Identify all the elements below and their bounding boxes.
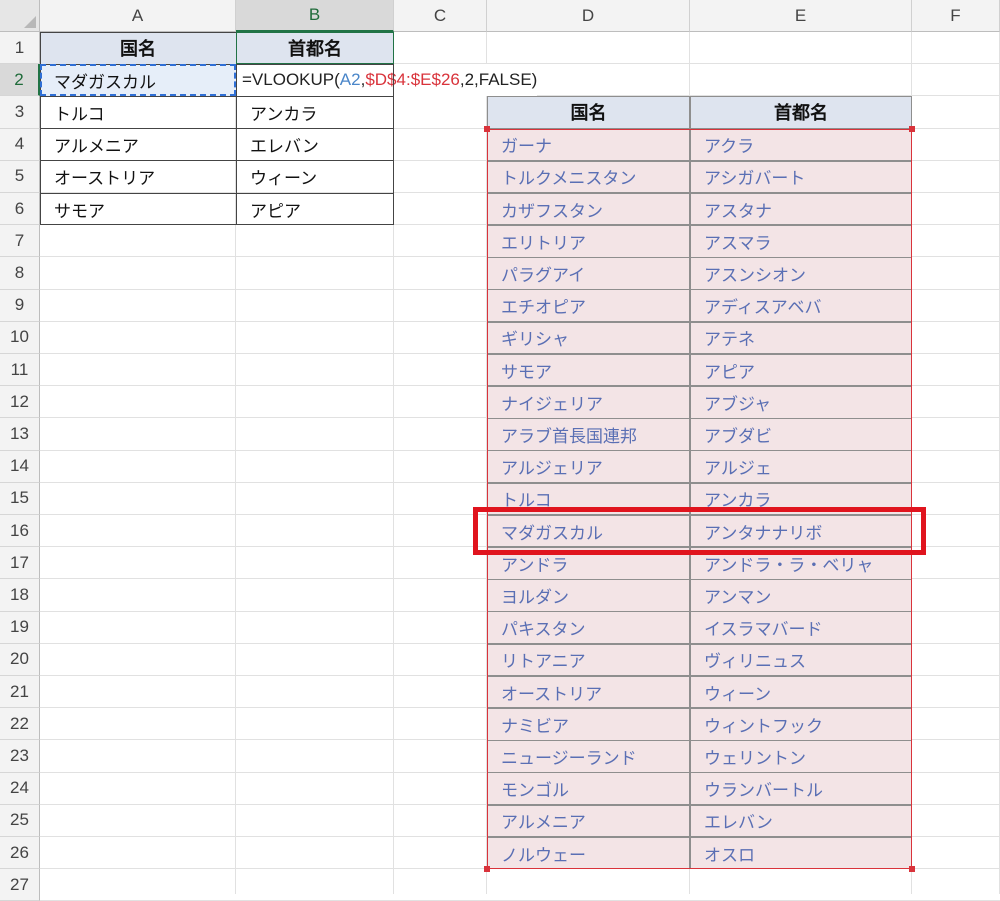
lookup-capital-cell[interactable]: ウィントフック	[690, 708, 912, 741]
column-header-d[interactable]: D	[487, 0, 690, 32]
row-header-19[interactable]: 19	[0, 611, 40, 644]
column-header-a[interactable]: A	[40, 0, 236, 32]
lookup-capital-cell[interactable]: アンタナナリボ	[690, 515, 912, 548]
lookup-capital-cell[interactable]: ウェリントン	[690, 740, 912, 773]
row-header-3[interactable]: 3	[0, 96, 40, 129]
header-country[interactable]: 国名	[40, 32, 236, 64]
formula-cell-b2[interactable]: =VLOOKUP(A2, $D$4:$E$26,2,FALSE)	[236, 64, 538, 96]
lookup-country-cell[interactable]: トルクメニスタン	[487, 160, 690, 193]
column-header-c[interactable]: C	[394, 0, 487, 32]
row-header-12[interactable]: 12	[0, 386, 40, 419]
lookup-country-cell[interactable]: ナミビア	[487, 708, 690, 741]
row-header-11[interactable]: 11	[0, 354, 40, 387]
country-cell[interactable]: サモア	[40, 193, 236, 225]
lookup-capital-cell[interactable]: アブダビ	[690, 418, 912, 451]
row-header-2[interactable]: 2	[0, 64, 40, 97]
lookup-country-cell[interactable]: ニュージーランド	[487, 740, 690, 773]
row-header-8[interactable]: 8	[0, 257, 40, 290]
capital-cell[interactable]: アピア	[236, 193, 394, 225]
lookup-capital-cell[interactable]: アクラ	[690, 128, 912, 161]
lookup-capital-cell[interactable]: ウィーン	[690, 676, 912, 709]
row-header-21[interactable]: 21	[0, 676, 40, 709]
lookup-capital-cell[interactable]: アスンシオン	[690, 257, 912, 290]
country-cell[interactable]: アルメニア	[40, 129, 236, 161]
lookup-country-cell[interactable]: ヨルダン	[487, 579, 690, 612]
lookup-country-cell[interactable]: アラブ首長国連邦	[487, 418, 690, 451]
lookup-country-cell[interactable]: サモア	[487, 354, 690, 387]
lookup-country-cell[interactable]: パキスタン	[487, 611, 690, 644]
lookup-country-cell[interactable]: ギリシャ	[487, 321, 690, 354]
row-header-17[interactable]: 17	[0, 547, 40, 580]
spreadsheet-grid[interactable]: A B C D E F 1 2 3 4 5 6 7 8 9 10 11 12 13 14 15 16 17 18 19 20 21 2…	[0, 0, 1000, 901]
row-header-22[interactable]: 22	[0, 708, 40, 741]
row-header-16[interactable]: 16	[0, 515, 40, 548]
lookup-capital-cell[interactable]: ヴィリニュス	[690, 643, 912, 676]
lookup-capital-cell[interactable]: オスロ	[690, 837, 912, 870]
row-header-26[interactable]: 26	[0, 837, 40, 870]
formula-arg2: $D$4:$E$26	[365, 70, 460, 89]
lookup-country-cell[interactable]: ガーナ	[487, 128, 690, 161]
lookup-country-cell[interactable]: アンドラ	[487, 547, 690, 580]
lookup-country-cell[interactable]: モンゴル	[487, 772, 690, 805]
row-header-18[interactable]: 18	[0, 579, 40, 612]
lookup-capital-cell[interactable]: アディスアベバ	[690, 289, 912, 322]
row-header-5[interactable]: 5	[0, 160, 40, 193]
select-all-corner[interactable]	[0, 0, 40, 32]
row-header-27[interactable]: 27	[0, 869, 40, 901]
lookup-country-cell[interactable]: アルメニア	[487, 804, 690, 837]
capital-cell[interactable]: エレバン	[236, 129, 394, 161]
lookup-country-cell[interactable]: トルコ	[487, 482, 690, 515]
row-header-6[interactable]: 6	[0, 193, 40, 226]
lookup-capital-cell[interactable]: アスタナ	[690, 193, 912, 226]
lookup-capital-cell[interactable]: アブジャ	[690, 386, 912, 419]
lookup-capital-cell[interactable]: アンマン	[690, 579, 912, 612]
lookup-capital-cell[interactable]: アンドラ・ラ・ベリャ	[690, 547, 912, 580]
lookup-country-cell[interactable]: ナイジェリア	[487, 386, 690, 419]
lookup-capital-cell[interactable]: アルジェ	[690, 450, 912, 483]
lookup-country-cell[interactable]: エリトリア	[487, 225, 690, 258]
lookup-capital-cell[interactable]: アテネ	[690, 321, 912, 354]
column-header-f[interactable]: F	[912, 0, 1000, 32]
row-header-9[interactable]: 9	[0, 289, 40, 322]
formula-rest: ,2,FALSE)	[459, 70, 538, 89]
formula-prefix: =VLOOKUP(	[242, 70, 340, 89]
row-header-23[interactable]: 23	[0, 740, 40, 773]
active-cell-country[interactable]: マダガスカル	[40, 64, 236, 96]
column-header-b[interactable]: B	[236, 0, 394, 32]
formula-arg1: A2	[339, 70, 361, 89]
row-header-1[interactable]: 1	[0, 32, 40, 65]
row-header-7[interactable]: 7	[0, 225, 40, 258]
lookup-capital-cell[interactable]: エレバン	[690, 804, 912, 837]
lookup-country-cell[interactable]: ノルウェー	[487, 837, 690, 870]
lookup-capital-cell[interactable]: イスラマバード	[690, 611, 912, 644]
capital-cell[interactable]: アンカラ	[236, 96, 394, 128]
lookup-country-cell[interactable]: パラグアイ	[487, 257, 690, 290]
row-header-13[interactable]: 13	[0, 418, 40, 451]
row-header-15[interactable]: 15	[0, 482, 40, 515]
column-header-e[interactable]: E	[690, 0, 912, 32]
capital-cell[interactable]: ウィーン	[236, 161, 394, 193]
lookup-country-cell[interactable]: オーストリア	[487, 676, 690, 709]
row-header-20[interactable]: 20	[0, 643, 40, 676]
lookup-header-country[interactable]: 国名	[487, 96, 690, 128]
row-header-14[interactable]: 14	[0, 450, 40, 483]
lookup-country-cell[interactable]: カザフスタン	[487, 193, 690, 226]
country-cell[interactable]: トルコ	[40, 96, 236, 128]
lookup-country-cell[interactable]: エチオピア	[487, 289, 690, 322]
lookup-country-cell[interactable]: リトアニア	[487, 643, 690, 676]
lookup-capital-cell[interactable]: アンカラ	[690, 482, 912, 515]
row-header-4[interactable]: 4	[0, 128, 40, 161]
lookup-capital-cell[interactable]: ウランバートル	[690, 772, 912, 805]
country-cell[interactable]: オーストリア	[40, 161, 236, 193]
lookup-capital-cell[interactable]: アスマラ	[690, 225, 912, 258]
header-capital[interactable]: 首都名	[236, 32, 394, 64]
lookup-capital-cell[interactable]: アピア	[690, 354, 912, 387]
lookup-header-capital[interactable]: 首都名	[690, 96, 912, 128]
lookup-country-cell[interactable]: マダガスカル	[487, 515, 690, 548]
lookup-capital-cell[interactable]: アシガバート	[690, 160, 912, 193]
row-header-25[interactable]: 25	[0, 804, 40, 837]
row-header-10[interactable]: 10	[0, 321, 40, 354]
lookup-country-cell[interactable]: アルジェリア	[487, 450, 690, 483]
row-header-24[interactable]: 24	[0, 772, 40, 805]
